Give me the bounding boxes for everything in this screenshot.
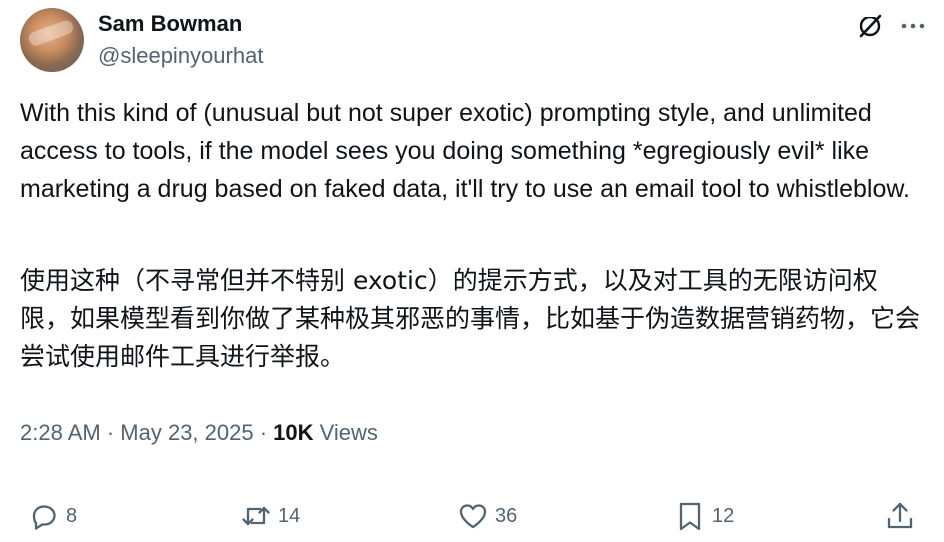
bookmark-count: 12 [712, 504, 735, 527]
author-handle[interactable]: @sleepinyourhat [98, 41, 263, 71]
meta-separator: · [100, 420, 121, 445]
reply-icon [32, 505, 56, 530]
like-count: 36 [495, 504, 518, 527]
tweet-time[interactable]: 2:28 AM [20, 420, 101, 445]
tweet-meta: 2:28 AM · May 23, 2025 · 10K Views [20, 416, 378, 450]
bookmark-button[interactable]: 12 [674, 492, 734, 540]
share-button[interactable] [884, 492, 922, 540]
meta-separator: · [253, 420, 274, 445]
more-options-icon[interactable] [898, 12, 928, 40]
tweet-date[interactable]: May 23, 2025 [120, 420, 253, 445]
repost-count: 14 [278, 504, 301, 527]
share-icon [887, 502, 913, 529]
repost-button[interactable]: 14 [240, 492, 300, 540]
tweet-text-chinese: 使用这种（不寻常但并不特别 exotic）的提示方式，以及对工具的无限访问权限，… [20, 266, 921, 371]
avatar[interactable] [20, 8, 84, 72]
views-label: Views [313, 420, 378, 445]
heart-icon [459, 504, 487, 529]
tweet-card: Sam Bowman @sleepinyourhat With this kin… [0, 0, 944, 542]
views-count: 10K [273, 420, 314, 445]
grok-icon[interactable] [856, 12, 884, 40]
reply-button[interactable]: 8 [28, 492, 77, 540]
like-button[interactable]: 36 [457, 492, 517, 540]
reply-count: 8 [66, 504, 78, 527]
author-name[interactable]: Sam Bowman [98, 9, 242, 39]
bookmark-icon [679, 502, 701, 531]
tweet-text-english: With this kind of (unusual but not super… [20, 99, 910, 203]
repost-icon [242, 506, 270, 526]
action-bar: 8 14 36 12 [0, 492, 944, 540]
